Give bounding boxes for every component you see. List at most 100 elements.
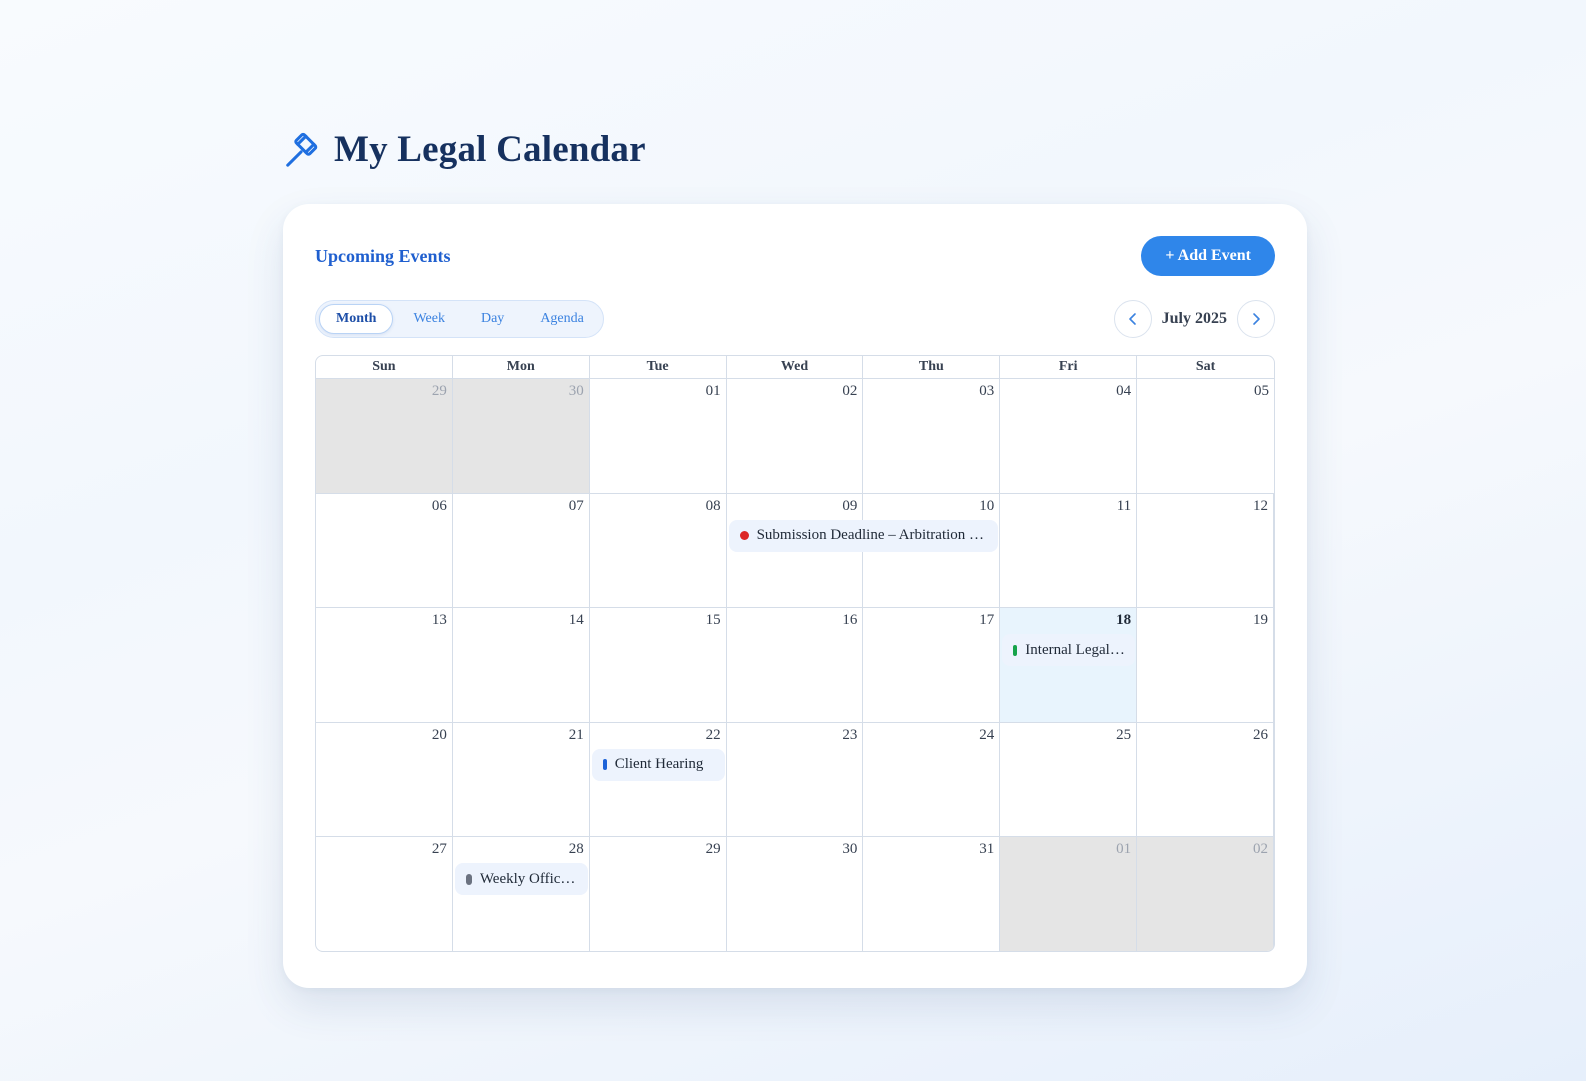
day-number: 23 [842, 726, 858, 743]
day-cell[interactable]: 24 [863, 722, 1001, 837]
day-number: 06 [431, 497, 447, 514]
day-number: 02 [842, 383, 858, 399]
week-row: 06 07 08 09 10 11 12 Submission Deadline – Arbi… [316, 493, 1274, 609]
event-color-marker [465, 873, 472, 885]
day-cell[interactable]: 06 [316, 493, 453, 608]
day-number: 01 [1116, 841, 1132, 858]
day-cell[interactable]: 04 [1000, 379, 1138, 493]
day-number: 08 [705, 497, 721, 514]
chevron-left-icon [1128, 313, 1136, 325]
day-number: 21 [568, 726, 584, 743]
day-cell[interactable]: 25 [1000, 722, 1138, 837]
day-cell[interactable]: 03 [863, 379, 1001, 493]
event-title: Internal Legal Review [1025, 641, 1135, 658]
day-cell[interactable]: 15 [590, 608, 727, 722]
event-title: Client Hearing [614, 756, 704, 773]
view-day-button[interactable]: Day [465, 304, 520, 334]
day-cell-outside-month[interactable]: 01 [1000, 837, 1138, 951]
view-month-button[interactable]: Month [319, 304, 394, 334]
section-title: Upcoming Events [315, 245, 451, 266]
event-title: Weekly Office Meeting [479, 870, 588, 887]
month-grid: Sun Mon Tue Wed Thu Fri Sat 29 30 01 02 03 04 05 06 07… [315, 355, 1275, 952]
view-week-button[interactable]: Week [397, 304, 461, 334]
card-header: Upcoming Events + Add Event [315, 236, 1275, 276]
day-number: 31 [979, 841, 995, 858]
add-event-button[interactable]: + Add Event [1141, 236, 1275, 276]
event-chip[interactable]: Submission Deadline – Arbitration Case [728, 519, 999, 552]
day-cell[interactable]: 07 [453, 493, 590, 608]
weekday-header-sat: Sat [1195, 359, 1216, 374]
day-cell[interactable]: 02 [727, 379, 864, 493]
calendar-card: Upcoming Events + Add Event Month Week Day… [283, 204, 1307, 988]
day-cell[interactable]: 20 [316, 722, 453, 837]
day-number: 16 [842, 612, 858, 629]
day-cell[interactable]: 17 [863, 608, 1001, 722]
weekday-header-wed: Wed [727, 356, 864, 378]
view-agenda-button[interactable]: Agenda [524, 304, 600, 334]
day-cell[interactable]: 13 [316, 608, 453, 722]
event-title: Submission Deadline – Arbitration Case [756, 527, 999, 544]
day-number: 19 [1253, 612, 1268, 629]
day-cell[interactable]: 31 [863, 837, 1001, 951]
day-cell[interactable]: 27 [316, 837, 453, 951]
day-cell-outside-month[interactable]: 30 [452, 379, 590, 493]
prev-month-button[interactable] [1113, 300, 1152, 338]
chevron-right-icon [1253, 313, 1260, 325]
day-cell[interactable]: 29 [590, 837, 727, 951]
day-cell[interactable]: 05 [1137, 379, 1274, 493]
day-cell[interactable]: 21 [453, 722, 590, 837]
event-chip[interactable]: Internal Legal Review [1002, 634, 1136, 667]
day-number: 29 [705, 841, 721, 858]
page-title: My Legal Calendar [334, 129, 646, 170]
day-cell[interactable]: 11 [1000, 493, 1138, 608]
week-row: 20 21 22 23 24 25 26 Client Hearing [316, 722, 1274, 838]
day-cell[interactable]: 01 [590, 379, 727, 493]
day-number: 28 [568, 841, 584, 858]
day-cell[interactable]: 08 [590, 493, 727, 608]
day-number: 11 [1116, 497, 1132, 514]
day-number: 17 [979, 612, 995, 629]
page-header: My Legal Calendar [282, 128, 646, 171]
weekday-header-mon: Mon [453, 356, 590, 378]
day-number: 14 [568, 612, 584, 629]
weekday-header-sun: Sun [316, 356, 453, 378]
day-cell[interactable]: 30 [727, 837, 864, 951]
day-cell[interactable]: 16 [727, 608, 864, 722]
day-number: 30 [568, 383, 584, 399]
day-number: 27 [431, 841, 447, 858]
day-number: 30 [842, 841, 858, 858]
event-chip[interactable]: Weekly Office Meeting [454, 863, 588, 896]
day-number: 24 [979, 726, 995, 743]
day-number: 18 [1116, 612, 1132, 629]
next-month-button[interactable] [1237, 300, 1275, 338]
day-number: 10 [979, 497, 995, 514]
day-cell-outside-month[interactable]: 02 [1137, 837, 1274, 951]
day-number: 22 [705, 726, 721, 743]
day-number: 13 [431, 612, 447, 629]
day-number: 15 [705, 612, 721, 629]
day-number: 07 [568, 497, 584, 514]
week-row: 13 14 15 16 17 18 19 Internal Legal Review [316, 608, 1274, 723]
day-cell[interactable]: 19 [1137, 608, 1274, 722]
weekday-header-fri: Fri [1000, 356, 1138, 378]
day-number: 04 [1116, 383, 1132, 399]
gavel-icon [282, 130, 322, 170]
calendar-toolbar: Month Week Day Agenda July 2025 [315, 300, 1275, 338]
day-number: 29 [431, 383, 447, 399]
current-month-label: July 2025 [1161, 310, 1227, 327]
day-cell[interactable]: 26 [1137, 722, 1274, 837]
day-cell[interactable]: 12 [1137, 493, 1274, 608]
day-cell[interactable]: 23 [727, 722, 864, 837]
event-color-marker [739, 531, 749, 541]
day-number: 02 [1253, 841, 1268, 858]
week-row: 29 30 01 02 03 04 05 [316, 379, 1274, 494]
event-chip[interactable]: Client Hearing [591, 748, 725, 781]
day-number: 26 [1253, 726, 1268, 743]
event-color-marker [1013, 644, 1018, 656]
day-cell[interactable]: 14 [453, 608, 590, 722]
day-cell-outside-month[interactable]: 29 [316, 379, 453, 493]
weekday-header-row: Sun Mon Tue Wed Thu Fri Sat [316, 356, 1274, 379]
month-navigation: July 2025 [1113, 300, 1275, 338]
event-color-marker [602, 759, 607, 771]
day-number: 03 [979, 383, 995, 399]
